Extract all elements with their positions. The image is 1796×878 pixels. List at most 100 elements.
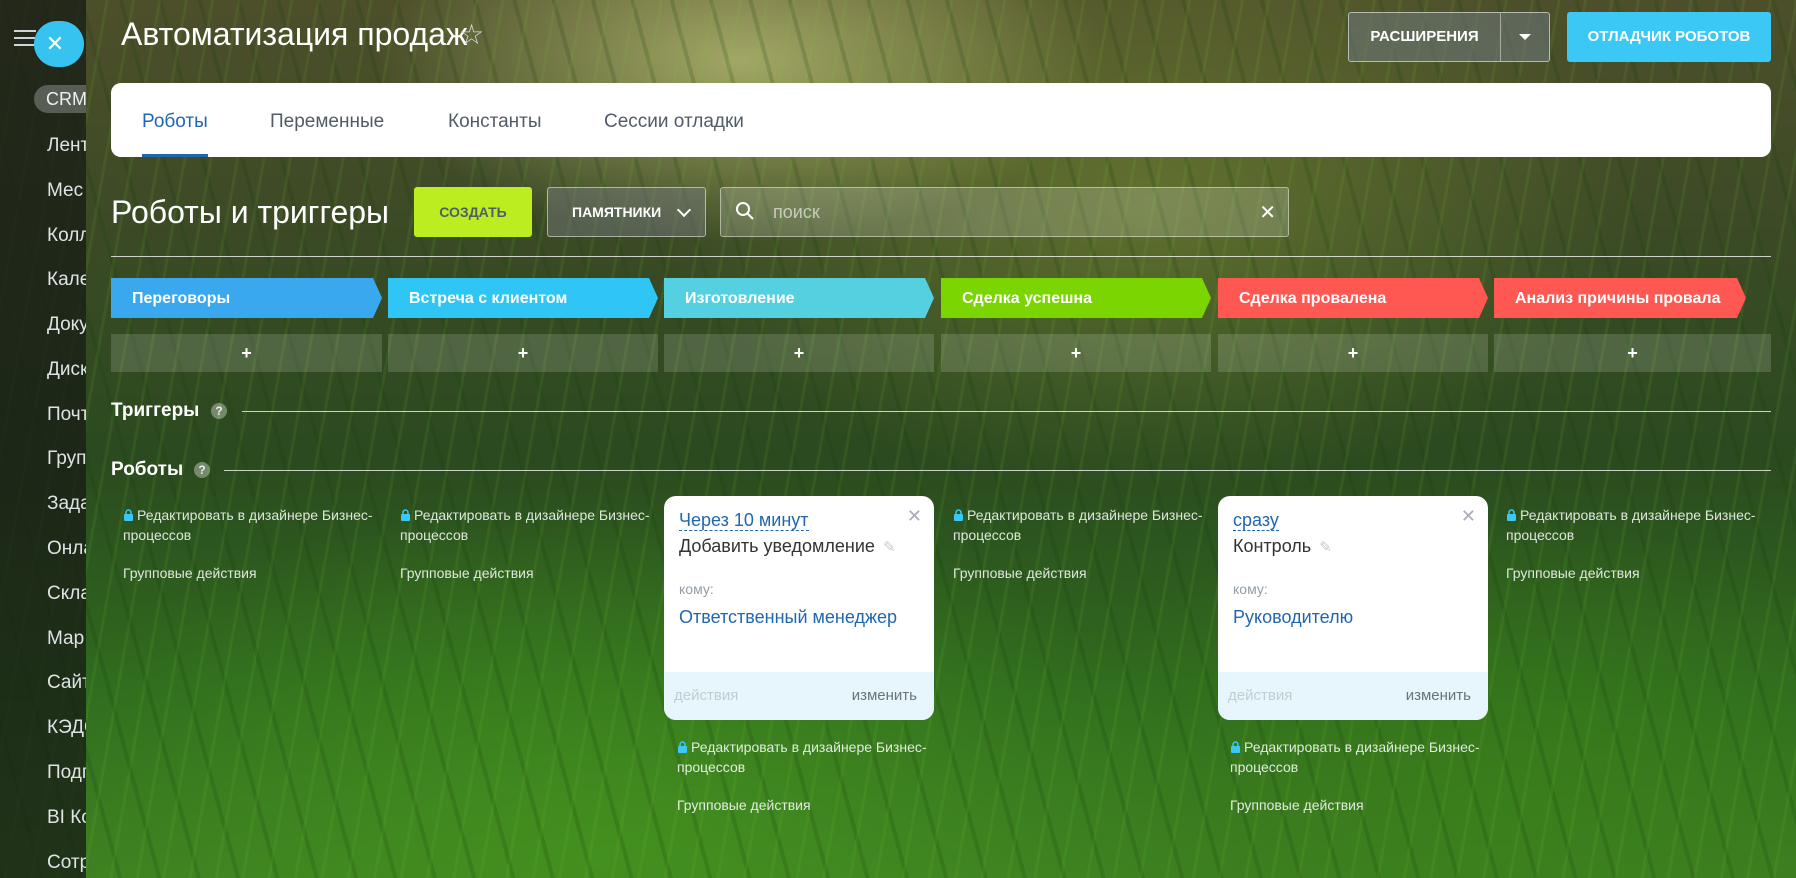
group-actions-link[interactable]: Групповые действия	[677, 797, 811, 813]
sidebar-item[interactable]: Почт	[47, 404, 86, 426]
group-actions-link[interactable]: Групповые действия	[953, 565, 1087, 581]
search-icon	[736, 202, 754, 220]
actions-link[interactable]: действия	[674, 687, 738, 704]
stage-header[interactable]: Сделка успешна	[941, 278, 1211, 318]
lock-icon	[1507, 509, 1516, 521]
help-icon[interactable]: ?	[211, 403, 227, 419]
page-title: Автоматизация продаж	[121, 16, 468, 52]
sidebar-item[interactable]: Диск	[47, 359, 86, 381]
add-trigger-button[interactable]: +	[941, 334, 1211, 372]
search-box: ✕	[720, 187, 1289, 237]
robot-title-text: Добавить уведомление	[679, 536, 875, 556]
menu-icon[interactable]	[14, 30, 36, 46]
robot-card-footer: действия изменить	[1218, 672, 1488, 720]
recipient-value[interactable]: Ответственный менеджер	[679, 607, 897, 628]
lock-icon	[954, 509, 963, 521]
sidebar-item[interactable]: Зада	[47, 493, 86, 515]
robot-card[interactable]: сразу ✕ Контроль ✎ кому: Руководителю дей…	[1218, 496, 1488, 720]
star-icon[interactable]: ☆	[459, 18, 484, 51]
change-link[interactable]: изменить	[852, 687, 917, 704]
sidebar-item[interactable]: Кале	[47, 269, 86, 291]
edit-in-designer-link[interactable]: Редактировать в дизайнере Бизнес-процесс…	[400, 505, 650, 545]
recipient-value[interactable]: Руководителю	[1233, 607, 1353, 628]
edit-in-designer-link[interactable]: Редактировать в дизайнере Бизнес-процесс…	[1230, 737, 1480, 777]
stage-header[interactable]: Встреча с клиентом	[388, 278, 658, 318]
memo-dropdown-button[interactable]: ПАМЯТНИКИ	[547, 187, 706, 237]
pencil-icon[interactable]: ✎	[883, 538, 896, 556]
edit-in-designer-label: Редактировать в дизайнере Бизнес-процесс…	[400, 507, 650, 543]
pencil-icon[interactable]: ✎	[1319, 538, 1332, 556]
robot-title: Контроль ✎	[1233, 536, 1332, 557]
tab-debug-sessions[interactable]: Сессии отладки	[604, 83, 744, 157]
left-sidebar: CRM Лент Мес Колл Кале Доку Диск Почт Гр…	[0, 0, 86, 878]
sidebar-item[interactable]: Колл	[47, 225, 86, 247]
divider	[111, 256, 1771, 257]
sidebar-item[interactable]: Лент	[47, 135, 86, 157]
tab-constants[interactable]: Константы	[448, 83, 542, 157]
add-trigger-button[interactable]: +	[664, 334, 934, 372]
stage-header[interactable]: Изготовление	[664, 278, 934, 318]
change-link[interactable]: изменить	[1406, 687, 1471, 704]
search-input[interactable]	[773, 188, 1233, 236]
lock-icon	[1231, 741, 1240, 753]
sidebar-item[interactable]: Мар	[47, 628, 84, 650]
edit-in-designer-label: Редактировать в дизайнере Бизнес-процесс…	[1230, 739, 1480, 775]
lock-icon	[401, 509, 410, 521]
robot-delay-link[interactable]: Через 10 минут	[679, 510, 809, 531]
robot-title: Добавить уведомление ✎	[679, 536, 896, 557]
close-slider-button[interactable]: ✕	[34, 21, 84, 67]
robot-card[interactable]: Через 10 минут ✕ Добавить уведомление ✎ к…	[664, 496, 934, 720]
sidebar-item[interactable]: Сотр	[47, 852, 86, 874]
group-actions-link[interactable]: Групповые действия	[1506, 565, 1640, 581]
close-icon[interactable]: ✕	[1461, 506, 1476, 527]
add-trigger-button[interactable]: +	[111, 334, 382, 372]
add-trigger-button[interactable]: +	[1218, 334, 1488, 372]
group-actions-link[interactable]: Групповые действия	[123, 565, 257, 581]
stage-header[interactable]: Анализ причины провала	[1494, 278, 1746, 318]
robot-debugger-button[interactable]: ОТЛАДЧИК РОБОТОВ	[1567, 12, 1771, 62]
tab-variables[interactable]: Переменные	[270, 83, 384, 157]
edit-in-designer-label: Редактировать в дизайнере Бизнес-процесс…	[953, 507, 1203, 543]
group-actions-link[interactable]: Групповые действия	[400, 565, 534, 581]
robot-card-footer: действия изменить	[664, 672, 934, 720]
close-icon: ✕	[45, 31, 65, 56]
sidebar-item[interactable]: Сайт	[47, 672, 86, 694]
robot-delay-link[interactable]: сразу	[1233, 510, 1279, 531]
sidebar-item[interactable]: Груп	[47, 448, 86, 470]
chevron-down-icon[interactable]	[1501, 13, 1549, 61]
edit-in-designer-label: Редактировать в дизайнере Бизнес-процесс…	[677, 739, 927, 775]
tabs-bar: Роботы Переменные Константы Сессии отлад…	[111, 83, 1771, 157]
stage-header[interactable]: Переговоры	[111, 278, 382, 318]
edit-in-designer-link[interactable]: Редактировать в дизайнере Бизнес-процесс…	[677, 737, 927, 777]
sidebar-item[interactable]: Онла	[47, 538, 86, 560]
help-icon[interactable]: ?	[194, 462, 210, 478]
recipient-label: кому:	[679, 581, 714, 597]
sidebar-item[interactable]: Доку	[47, 314, 86, 336]
extensions-button[interactable]: РАСШИРЕНИЯ	[1348, 12, 1550, 62]
add-trigger-button[interactable]: +	[388, 334, 658, 372]
sidebar-item[interactable]: Подп	[47, 762, 86, 784]
edit-in-designer-link[interactable]: Редактировать в дизайнере Бизнес-процесс…	[953, 505, 1203, 545]
sidebar-item[interactable]: Мес	[47, 180, 83, 202]
stage-header[interactable]: Сделка провалена	[1218, 278, 1488, 318]
tab-robots[interactable]: Роботы	[142, 83, 208, 157]
robot-title-text: Контроль	[1233, 536, 1312, 556]
close-icon[interactable]: ✕	[907, 506, 922, 527]
sidebar-item[interactable]: Скла	[47, 583, 86, 605]
group-actions-link[interactable]: Групповые действия	[1230, 797, 1364, 813]
sidebar-item-crm[interactable]: CRM	[34, 85, 86, 113]
chevron-down-icon	[676, 202, 692, 218]
clear-search-icon[interactable]: ✕	[1259, 200, 1276, 225]
recipient-label: кому:	[1233, 581, 1268, 597]
add-trigger-button[interactable]: +	[1494, 334, 1771, 372]
actions-link[interactable]: действия	[1228, 687, 1292, 704]
memo-label: ПАМЯТНИКИ	[572, 204, 662, 220]
edit-in-designer-link[interactable]: Редактировать в дизайнере Бизнес-процесс…	[1506, 505, 1756, 545]
lock-icon	[124, 509, 133, 521]
edit-in-designer-link[interactable]: Редактировать в дизайнере Бизнес-процесс…	[123, 505, 373, 545]
extensions-label: РАСШИРЕНИЯ	[1349, 13, 1501, 61]
sidebar-item[interactable]: BI Ко	[47, 807, 86, 829]
create-button[interactable]: СОЗДАТЬ	[414, 187, 532, 237]
sidebar-item[interactable]: КЭДО	[47, 717, 86, 739]
triggers-heading: Триггеры	[111, 400, 200, 421]
